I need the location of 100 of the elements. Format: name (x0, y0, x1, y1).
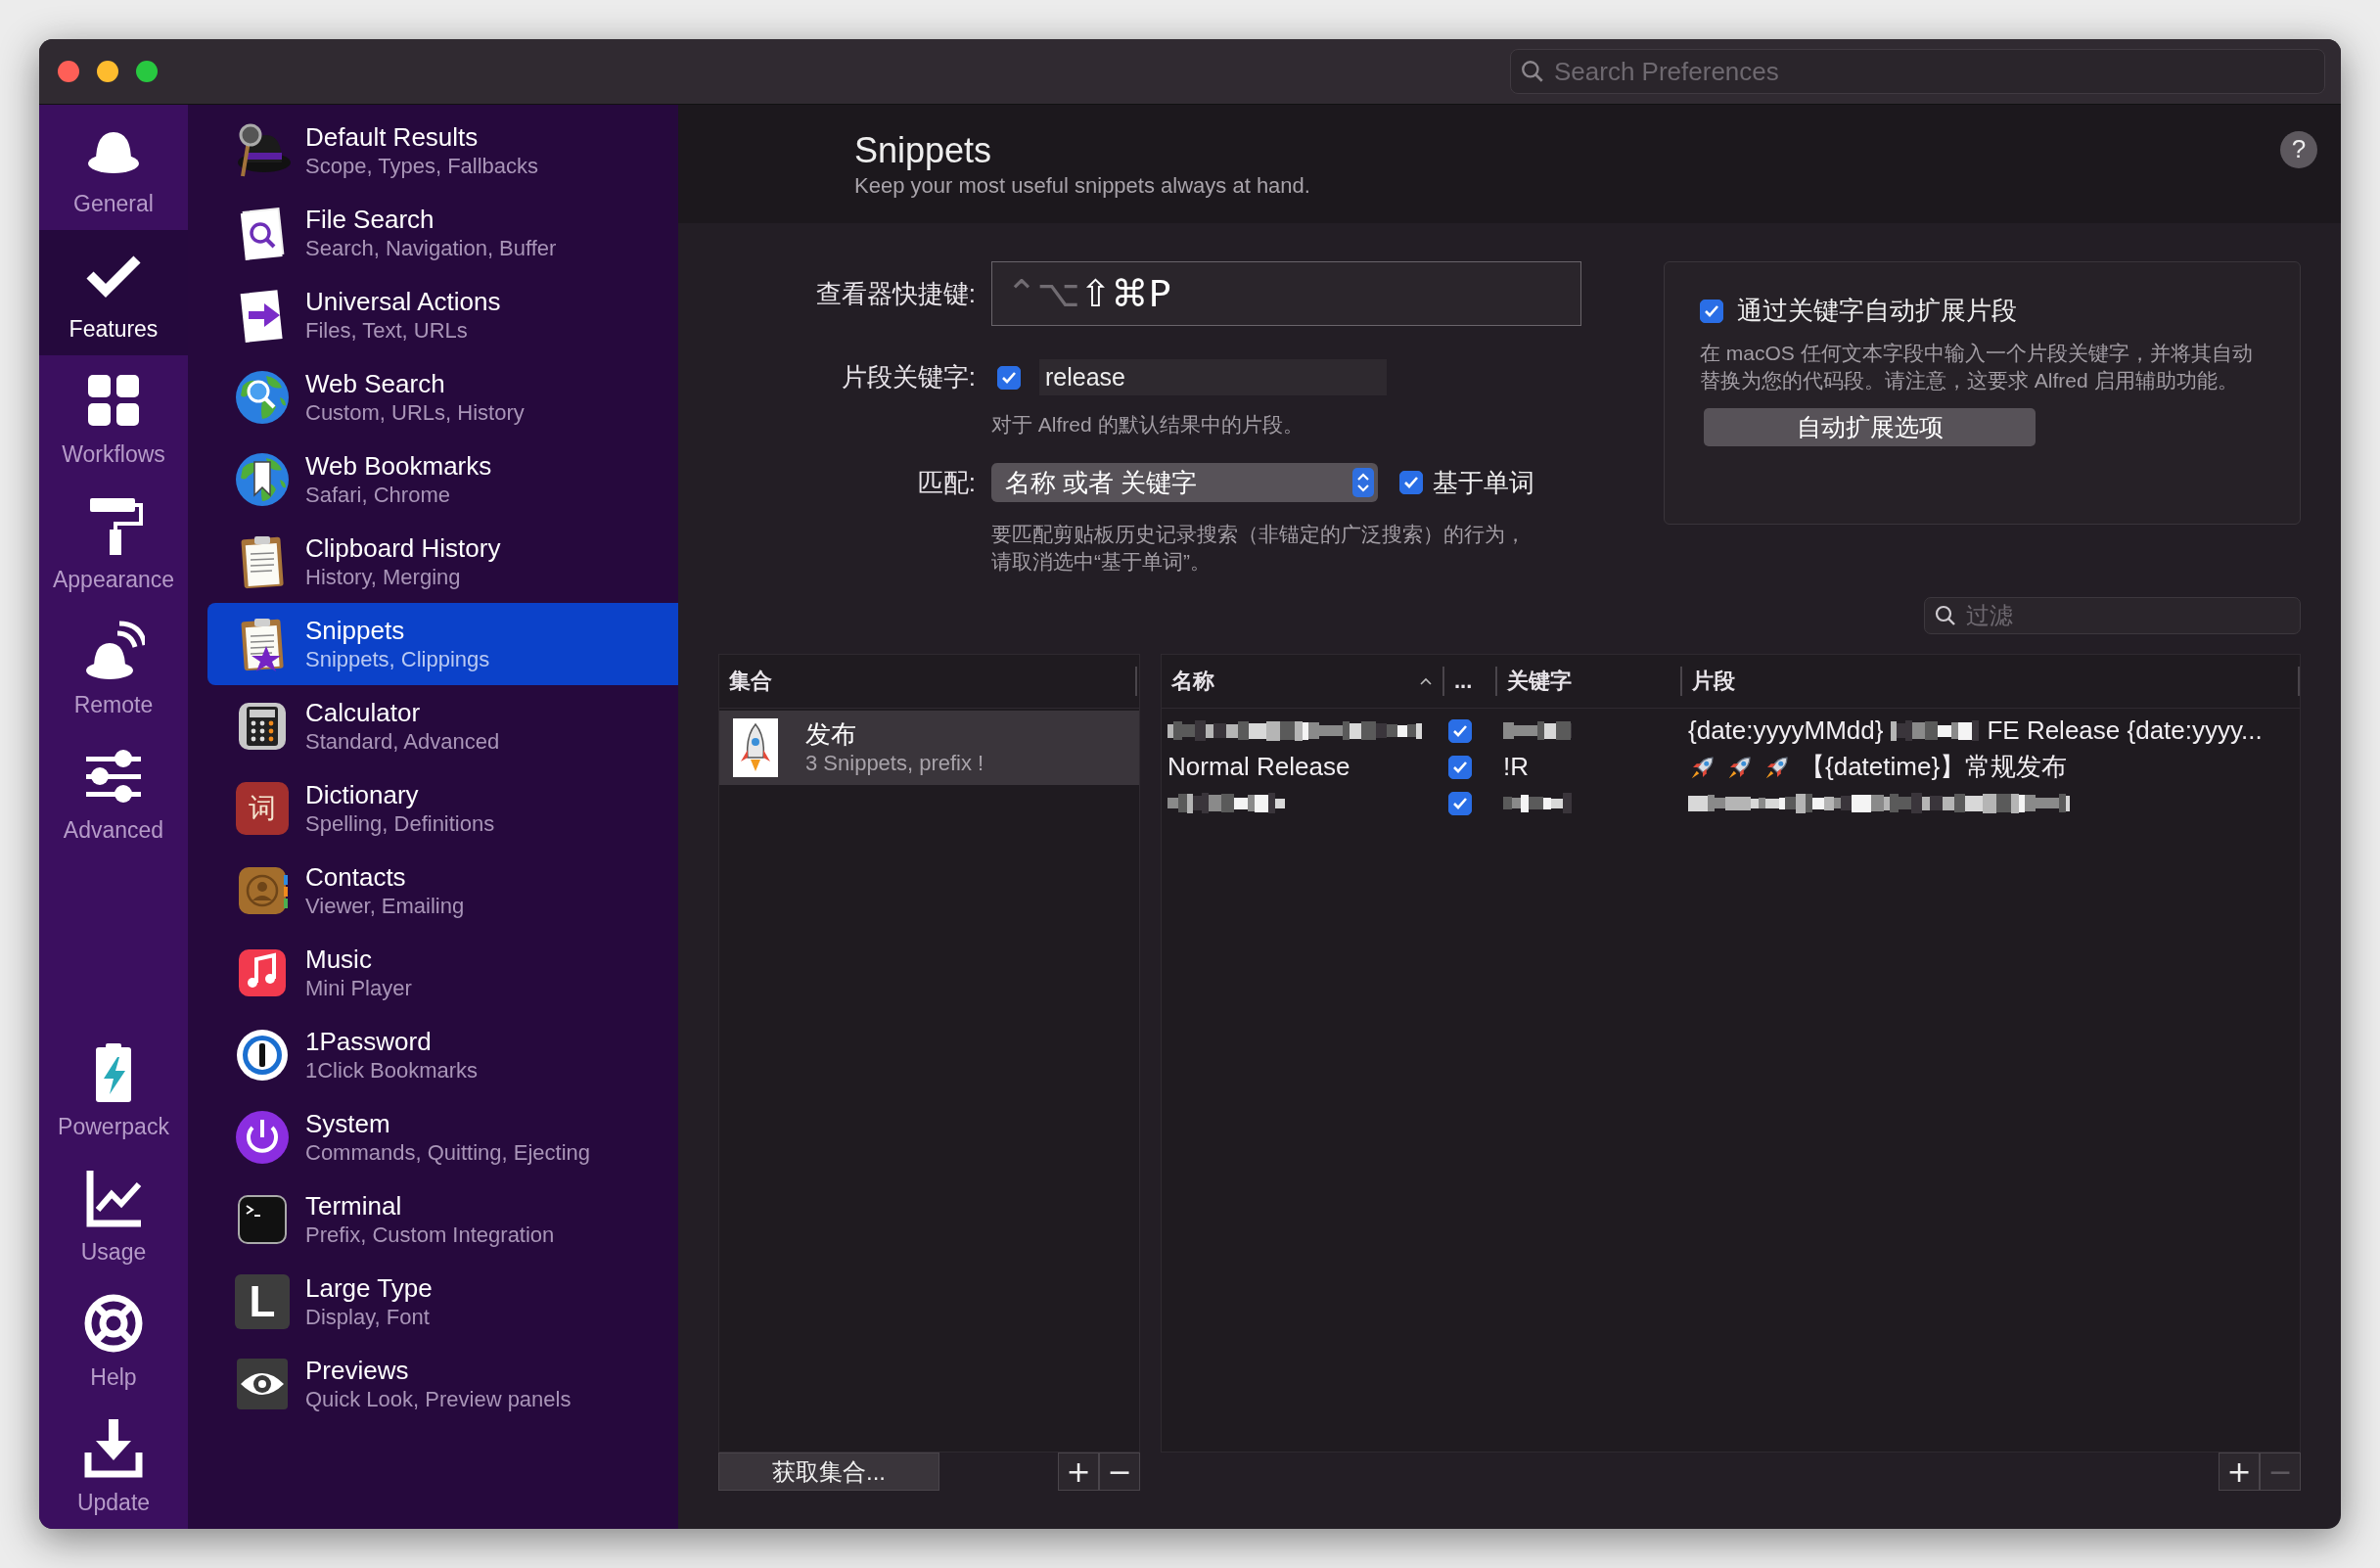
book-icon: 词 (236, 782, 289, 835)
form-label: 片段关键字: (840, 361, 976, 393)
feature-subtitle: Display, Font (305, 1304, 431, 1331)
feature-item[interactable]: Music Mini Player (207, 932, 678, 1014)
feature-title: Clipboard History (305, 532, 501, 564)
form-label: 匹配: (916, 466, 976, 499)
feature-title: Snippets (305, 615, 406, 646)
feature-item[interactable]: Calculator Standard, Advanced (207, 685, 678, 767)
feature-title: Dictionary (305, 779, 420, 810)
feature-title: Calculator (305, 697, 422, 728)
feature-item[interactable]: Previews Quick Look, Preview panels (207, 1343, 678, 1425)
feature-subtitle: Custom, URLs, History (305, 399, 525, 427)
form-label: 查看器快捷键: (814, 277, 976, 310)
feature-item[interactable]: 词 Dictionary Spelling, Definitions (207, 767, 678, 850)
feature-item[interactable]: L Large Type Display, Font (207, 1261, 678, 1343)
checkbox[interactable] (1448, 791, 1472, 815)
feature-subtitle: Files, Text, URLs (305, 317, 469, 345)
table-cell: Normal Release (1167, 752, 1350, 782)
sidebar-tab[interactable]: Workflows (39, 355, 188, 481)
feature-item[interactable]: Web Bookmarks Safari, Chrome (207, 438, 678, 521)
feature-item[interactable]: Universal Actions Files, Text, URLs (207, 274, 678, 356)
search-icon (1934, 604, 1957, 627)
feature-subtitle: History, Merging (305, 564, 462, 591)
column-header[interactable]: 集合 (719, 667, 1137, 696)
collection-detail: 3 Snippets, prefix ! (805, 750, 984, 777)
column-header[interactable]: 片段 (1682, 667, 2300, 696)
feature-item[interactable]: Default Results Scope, Types, Fallbacks (207, 110, 678, 192)
zoom-button[interactable] (136, 61, 158, 82)
minimize-button[interactable] (97, 61, 118, 82)
feature-subtitle: Safari, Chrome (305, 482, 451, 509)
feature-title: 1Password (305, 1026, 433, 1057)
globe-search-icon (233, 368, 292, 427)
keyword-field[interactable]: release (1039, 359, 1387, 395)
feature-item[interactable]: Contacts Viewer, Emailing (207, 850, 678, 932)
search-field[interactable]: Search Preferences (1510, 49, 2325, 94)
download-icon (82, 1416, 145, 1480)
feature-item[interactable]: 1Password 1Click Bookmarks (207, 1014, 678, 1096)
sidebar-tab[interactable]: Usage (39, 1153, 188, 1278)
collection-name: 发布 (805, 718, 857, 750)
remove-button[interactable]: − (1099, 1453, 1140, 1491)
feature-item[interactable]: File Search Search, Navigation, Buffer (207, 192, 678, 274)
match-dropdown[interactable]: 名称 或者 关键字 (991, 463, 1378, 502)
globe-bookmark-icon (233, 450, 292, 509)
table-cell-text: 【{datetime}】常规发布 (1800, 751, 2068, 783)
auto-expand-options-button[interactable]: 自动扩展选项 (1704, 408, 2036, 446)
feature-item[interactable]: Web Search Custom, URLs, History (207, 356, 678, 438)
sidebar-tab[interactable]: Remote (39, 606, 188, 731)
checkbox[interactable] (1448, 718, 1472, 743)
rocket-icon (733, 718, 778, 777)
feature-subtitle: Search, Navigation, Buffer (305, 235, 557, 262)
feature-title: Universal Actions (305, 286, 501, 317)
column-header[interactable]: 名称 (1171, 667, 1214, 696)
add-button[interactable]: + (2219, 1453, 2260, 1491)
feature-subtitle: Commands, Quitting, Ejecting (305, 1139, 591, 1167)
sidebar-tab[interactable]: Powerpack (39, 1028, 188, 1153)
feature-item[interactable]: Terminal Prefix, Custom Integration (207, 1178, 678, 1261)
page-title: Snippets (854, 128, 993, 172)
feature-item[interactable]: Snippets Snippets, Clippings (207, 603, 678, 685)
help-button[interactable]: ? (2280, 130, 2317, 168)
table-cell: FE Release {date:yyyy... (1987, 715, 2263, 746)
feature-title: Large Type (305, 1272, 433, 1304)
column-header[interactable]: 关键字 (1497, 667, 1682, 696)
sidebar-tab[interactable]: Advanced (39, 731, 188, 856)
checkbox[interactable] (997, 365, 1021, 390)
feature-subtitle: Snippets, Clippings (305, 646, 490, 673)
checkbox[interactable] (1700, 299, 1723, 323)
hint-text: 要匹配剪贴板历史记录搜索（非锚定的广泛搜索）的行为，请取消选中“基于单词”。 (991, 522, 1527, 575)
feature-item[interactable]: System Commands, Quitting, Ejecting (207, 1096, 678, 1178)
hotkey-field[interactable]: ⌃⌥⇧⌘P (991, 261, 1581, 326)
feature-subtitle: Spelling, Definitions (305, 810, 495, 838)
sidebar-tab[interactable]: Update (39, 1404, 188, 1529)
table-cell: {date:yyyyMMdd} (1688, 715, 1884, 746)
page-subtitle: Keep your most useful snippets always at hand. (854, 171, 1311, 200)
sidebar-tab[interactable]: Help (39, 1278, 188, 1404)
feature-item[interactable]: Clipboard History History, Merging (207, 521, 678, 603)
power-icon (233, 1108, 292, 1167)
feature-subtitle: Viewer, Emailing (305, 893, 465, 920)
sidebar-tab[interactable]: Features (39, 230, 188, 355)
feature-subtitle: Prefix, Custom Integration (305, 1222, 555, 1249)
feature-subtitle: Scope, Types, Fallbacks (305, 153, 539, 180)
checkbox[interactable] (1448, 755, 1472, 779)
feature-title: Web Bookmarks (305, 450, 492, 482)
feature-title: Contacts (305, 861, 407, 893)
checkbox[interactable] (1399, 471, 1423, 494)
get-collections-button[interactable]: 获取集合... (718, 1453, 939, 1491)
feature-title: Terminal (305, 1190, 403, 1222)
feature-title: System (305, 1108, 391, 1139)
feature-title: Default Results (305, 121, 480, 153)
hint-text: 对于 Alfred 的默认结果中的片段。 (991, 412, 1304, 438)
feature-subtitle: 1Click Bookmarks (305, 1057, 479, 1084)
close-button[interactable] (58, 61, 79, 82)
sidebar-tab[interactable]: General (39, 105, 188, 230)
feature-subtitle: Mini Player (305, 975, 412, 1002)
sidebar-tab[interactable]: Appearance (39, 481, 188, 606)
feature-title: Previews (305, 1355, 410, 1386)
filter-field[interactable]: 过滤 (1924, 597, 2301, 634)
column-header[interactable]: ... (1444, 667, 1497, 696)
add-button[interactable]: + (1058, 1453, 1099, 1491)
checkbox-label: 基于单词 (1433, 466, 1534, 499)
collection-item[interactable]: 发布 3 Snippets, prefix ! (719, 711, 1139, 785)
